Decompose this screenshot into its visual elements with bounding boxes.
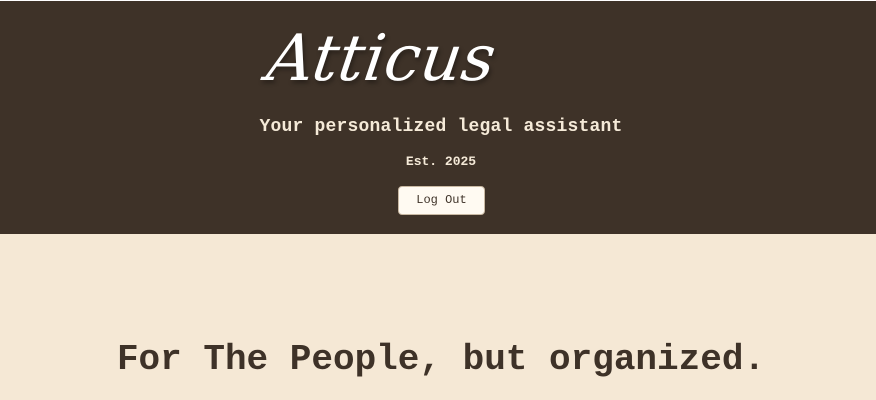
established-label: Est. 2025 xyxy=(405,154,477,169)
site-header: Atticus Your personalized legal assistan… xyxy=(0,1,876,234)
hero-title: For The People, but organized. xyxy=(116,339,766,380)
logout-button[interactable]: Log Out xyxy=(398,186,485,215)
logo-wordmark: Atticus xyxy=(262,22,501,96)
site-tagline: Your personalized legal assistant xyxy=(259,117,623,137)
page: Atticus Your personalized legal assistan… xyxy=(0,0,876,400)
